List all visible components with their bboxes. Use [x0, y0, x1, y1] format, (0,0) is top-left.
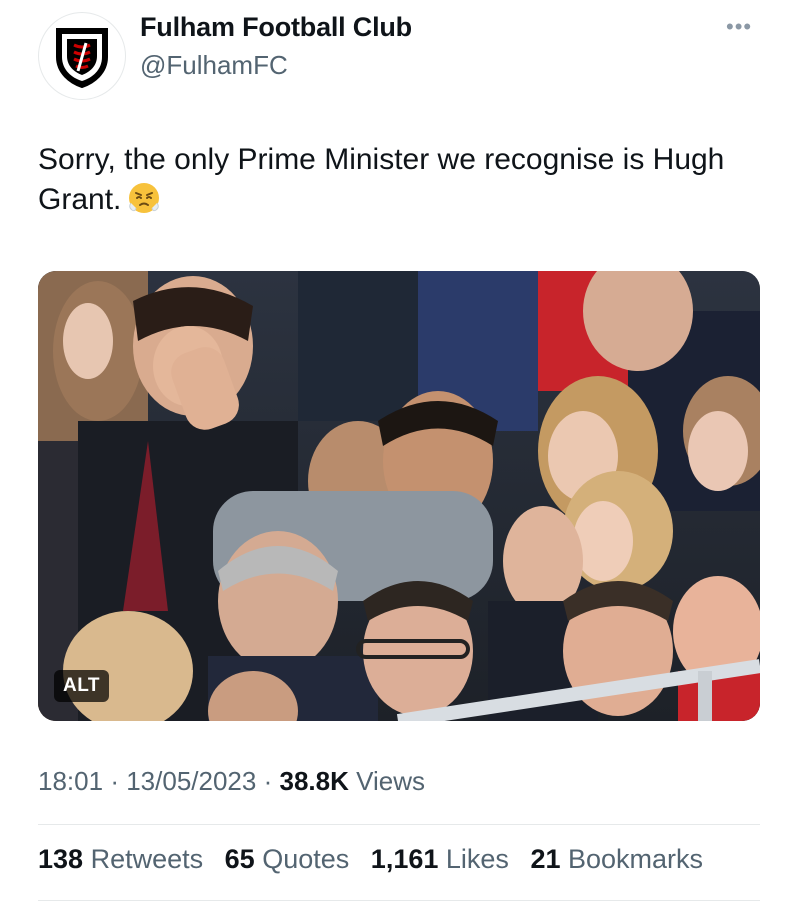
alt-text-badge[interactable]: ALT: [54, 670, 110, 702]
stat-count: 138: [38, 844, 84, 874]
steam-from-nose-face-emoji: [127, 181, 161, 226]
ellipsis-icon[interactable]: •••: [726, 16, 752, 38]
bookmarks-stat[interactable]: 21 Bookmarks: [530, 844, 703, 874]
tweet-text: Sorry, the only Prime Minister we recogn…: [38, 140, 758, 226]
divider: [38, 824, 760, 825]
crowd-photo: [38, 271, 760, 721]
tweet-time[interactable]: 18:01: [38, 766, 103, 796]
tweet-date[interactable]: 13/05/2023: [126, 766, 256, 796]
stat-label: Quotes: [262, 844, 350, 874]
stat-count: 21: [530, 844, 561, 874]
engagement-stats: 138 Retweets 65 Quotes 1,161 Likes 21 Bo…: [38, 844, 717, 875]
retweets-stat[interactable]: 138 Retweets: [38, 844, 203, 874]
tweet-meta: 18:01 · 13/05/2023 · 38.8K Views: [38, 766, 425, 797]
tweet-photo[interactable]: [38, 271, 760, 721]
meta-separator: ·: [110, 766, 119, 796]
fulham-crest-icon: [56, 28, 108, 89]
meta-separator: ·: [263, 766, 273, 796]
stat-label: Retweets: [90, 844, 204, 874]
stat-label: Likes: [445, 844, 509, 874]
likes-stat[interactable]: 1,161 Likes: [371, 844, 509, 874]
views-count: 38.8K: [279, 766, 349, 796]
stat-count: 1,161: [370, 844, 439, 874]
divider: [38, 900, 760, 901]
quotes-stat[interactable]: 65 Quotes: [225, 844, 350, 874]
account-handle[interactable]: @FulhamFC: [140, 50, 288, 81]
account-name[interactable]: Fulham Football Club: [140, 12, 412, 43]
stat-count: 65: [224, 844, 255, 874]
views-label: Views: [356, 766, 426, 796]
avatar[interactable]: [38, 12, 126, 100]
stat-label: Bookmarks: [568, 844, 704, 874]
